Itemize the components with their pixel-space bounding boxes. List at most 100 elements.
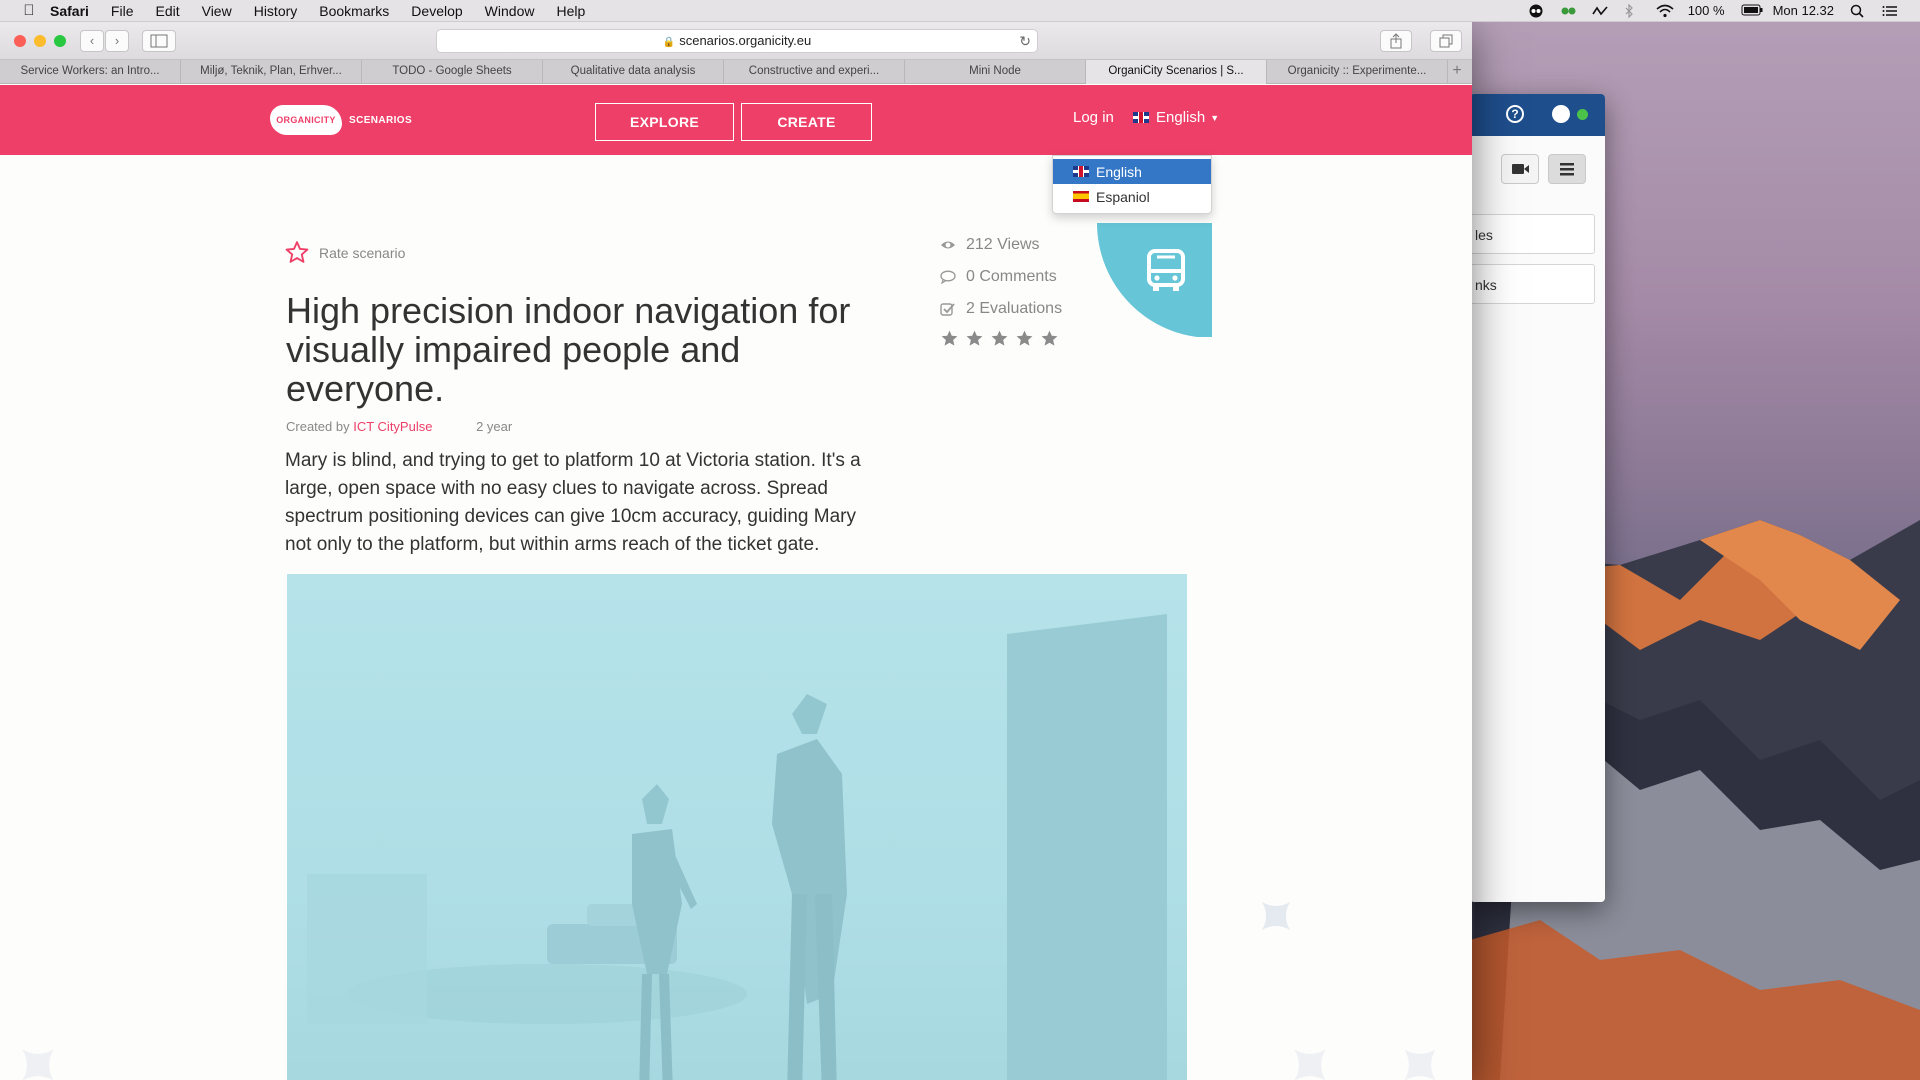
- category-badge: [1097, 223, 1212, 337]
- scenario-title: High precision indoor navigation for vis…: [286, 290, 851, 409]
- star-outline-icon: [285, 241, 309, 263]
- browser-tab[interactable]: Qualitative data analysis: [543, 60, 724, 84]
- browser-tab[interactable]: TODO - Google Sheets: [362, 60, 543, 84]
- language-option-label: English: [1096, 163, 1142, 180]
- organicity-logo[interactable]: ORGANICITY SCENARIOS: [270, 105, 412, 135]
- rating-star-icon: [991, 330, 1008, 346]
- browser-tab[interactable]: Mini Node: [905, 60, 1086, 84]
- spotlight-search-icon[interactable]: [1850, 4, 1866, 18]
- scenario-stats: 212 Views 0 Comments 2 Evaluations: [940, 229, 1062, 348]
- browser-tab-active[interactable]: OrganiCity Scenarios | S...: [1086, 60, 1267, 84]
- scenario-meta: Created by ICT CityPulse 2 year: [286, 419, 512, 434]
- browser-tab[interactable]: Miljø, Teknik, Plan, Erhver...: [181, 60, 362, 84]
- browser-tab[interactable]: Constructive and experi...: [724, 60, 905, 84]
- list-view-icon[interactable]: [1548, 154, 1586, 184]
- create-button[interactable]: CREATE: [741, 103, 872, 141]
- safari-toolbar: ‹ › 🔒 scenarios.organicity.eu ↻: [0, 22, 1472, 60]
- menu-edit[interactable]: Edit: [155, 3, 179, 19]
- forward-button[interactable]: ›: [105, 30, 129, 52]
- comments-stat: 0 Comments: [940, 261, 1062, 293]
- author-link[interactable]: ICT CityPulse: [353, 419, 432, 434]
- wifi-icon[interactable]: [1656, 4, 1674, 18]
- decorative-star-icon: [22, 1049, 54, 1080]
- web-page: ORGANICITY SCENARIOS EXPLORE CREATE Log …: [0, 85, 1472, 1080]
- created-by-label: Created by: [286, 419, 350, 434]
- menu-bookmarks[interactable]: Bookmarks: [319, 3, 389, 19]
- logo-mark: ORGANICITY: [270, 105, 342, 135]
- background-field-1[interactable]: les: [1470, 214, 1595, 254]
- menu-file[interactable]: File: [111, 3, 134, 19]
- background-app-header: ?: [1470, 94, 1605, 136]
- rate-scenario-label: Rate scenario: [319, 244, 406, 261]
- user-icon[interactable]: [1552, 105, 1570, 123]
- evaluations-count: 2 Evaluations: [966, 300, 1063, 317]
- comment-icon: [940, 270, 956, 284]
- sync-status-icon[interactable]: [1560, 4, 1576, 18]
- rating-star-icon: [966, 330, 983, 346]
- battery-percent: 100 %: [1687, 3, 1725, 18]
- help-icon[interactable]: ?: [1506, 105, 1524, 123]
- menu-view[interactable]: View: [202, 3, 232, 19]
- language-current: English: [1156, 109, 1206, 126]
- reload-icon[interactable]: ↻: [1019, 30, 1031, 52]
- browser-tab[interactable]: Organicity :: Experimente...: [1267, 60, 1448, 84]
- apple-menu-icon[interactable]: : [18, 2, 40, 19]
- rate-scenario-link[interactable]: Rate scenario: [284, 240, 405, 265]
- online-status-icon: [1577, 109, 1588, 120]
- tab-bar: Service Workers: an Intro... Miljø, Tekn…: [0, 60, 1472, 84]
- activity-icon[interactable]: [1592, 4, 1608, 18]
- evaluations-stat: 2 Evaluations: [940, 293, 1062, 325]
- menu-app-name[interactable]: Safari: [50, 3, 89, 19]
- bus-icon: [1147, 249, 1185, 291]
- new-tab-button[interactable]: +: [1448, 60, 1466, 83]
- spain-flag-icon: [1073, 191, 1089, 202]
- address-bar[interactable]: 🔒 scenarios.organicity.eu ↻: [436, 29, 1038, 53]
- caret-down-icon: ▼: [1210, 112, 1220, 123]
- rating-stars: [940, 329, 1062, 348]
- macos-menubar:  Safari File Edit View History Bookmark…: [0, 0, 1920, 22]
- language-option-espaniol[interactable]: Espaniol: [1053, 184, 1211, 209]
- decorative-star-icon: [1294, 1049, 1326, 1080]
- rating-star-icon: [1041, 330, 1058, 346]
- scenario-age: 2 year: [476, 419, 513, 434]
- show-tabs-button[interactable]: [1430, 30, 1462, 52]
- rating-star-icon: [1016, 330, 1033, 346]
- language-dropdown: English Espaniol: [1052, 155, 1212, 214]
- uk-flag-icon: [1073, 166, 1089, 177]
- video-camera-icon[interactable]: [1501, 154, 1539, 184]
- explore-button[interactable]: EXPLORE: [595, 103, 734, 141]
- minimize-window-icon[interactable]: [34, 35, 46, 47]
- menu-develop[interactable]: Develop: [411, 3, 462, 19]
- login-link[interactable]: Log in: [1073, 109, 1114, 126]
- menu-help[interactable]: Help: [556, 3, 585, 19]
- views-stat: 212 Views: [940, 229, 1062, 261]
- rating-star-icon: [941, 330, 958, 346]
- battery-icon[interactable]: [1741, 4, 1763, 18]
- comments-count: 0 Comments: [966, 268, 1057, 285]
- eye-icon: [941, 241, 955, 249]
- language-selector[interactable]: English ▼: [1133, 109, 1219, 126]
- creative-cloud-icon[interactable]: [1528, 4, 1544, 18]
- site-header: ORGANICITY SCENARIOS EXPLORE CREATE Log …: [0, 85, 1472, 155]
- bluetooth-icon[interactable]: [1624, 3, 1640, 18]
- browser-tab[interactable]: Service Workers: an Intro...: [0, 60, 181, 84]
- scenario-description: Mary is blind, and trying to get to plat…: [285, 450, 861, 555]
- scenario-hero-image: [287, 574, 1187, 1080]
- close-window-icon[interactable]: [14, 35, 26, 47]
- decorative-star-icon: [1262, 902, 1290, 930]
- back-button[interactable]: ‹: [80, 30, 104, 52]
- background-app-window: ? les nks: [1470, 94, 1605, 902]
- menu-history[interactable]: History: [254, 3, 298, 19]
- share-button[interactable]: [1380, 30, 1412, 52]
- sidebar-toggle-button[interactable]: [142, 30, 176, 52]
- language-option-label: Espaniol: [1096, 188, 1150, 205]
- background-field-2[interactable]: nks: [1470, 264, 1595, 304]
- fullscreen-window-icon[interactable]: [54, 35, 66, 47]
- language-option-english[interactable]: English: [1053, 159, 1211, 184]
- logo-subtitle: SCENARIOS: [349, 114, 413, 126]
- notification-center-icon[interactable]: [1882, 4, 1898, 18]
- views-count: 212 Views: [966, 236, 1040, 253]
- menubar-clock[interactable]: Mon 12.32: [1773, 3, 1834, 18]
- checkbox-icon: [940, 303, 955, 316]
- menu-window[interactable]: Window: [485, 3, 535, 19]
